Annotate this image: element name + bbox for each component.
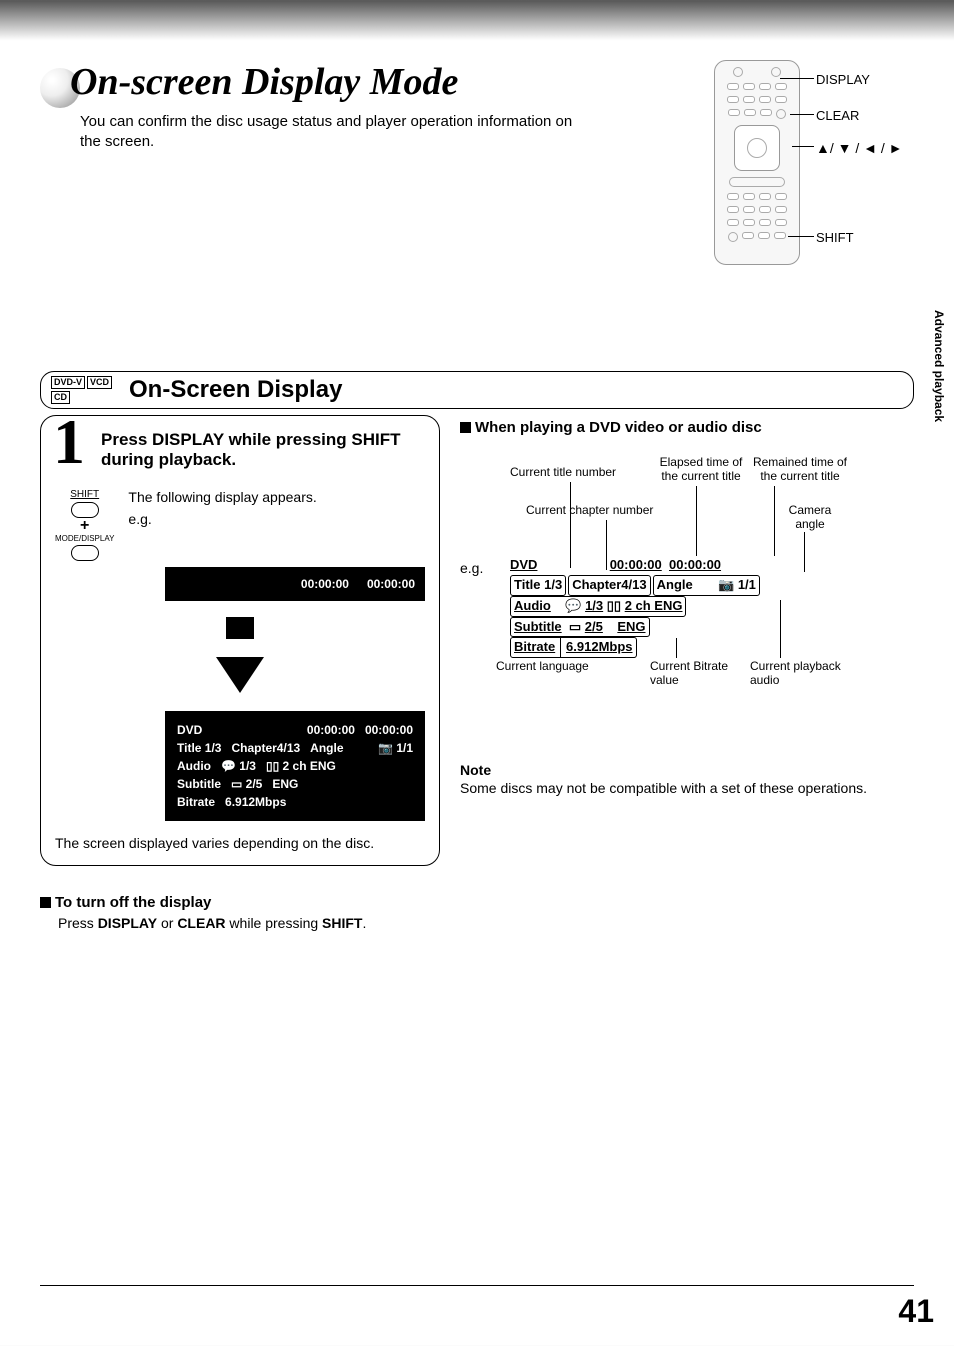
following-text: The following display appears.: [128, 489, 425, 505]
annotation-diagram: Current title number Current chapter num…: [460, 442, 850, 702]
shift-buttons-icon: SHIFT + MODE/DISPLAY: [55, 489, 114, 561]
remote-label-shift: SHIFT: [816, 230, 854, 245]
osd-time-remain: 00:00:00: [367, 577, 415, 591]
eg-label-2: e.g.: [460, 560, 483, 576]
footer-rule: [40, 1285, 914, 1286]
step-instruction: Press DISPLAY while pressing SHIFT durin…: [101, 430, 425, 471]
ann-camera: Camera angle: [780, 504, 840, 532]
remote-label-arrows: ▲/ ▼ / ◄ / ►: [816, 140, 903, 156]
osd-full-display: DVD00:00:0000:00:00 Title 1/3Chapter4/13…: [165, 711, 425, 821]
badge-vcd: VCD: [87, 376, 112, 389]
osd-time-elapsed: 00:00:00: [301, 577, 349, 591]
badge-dvdv: DVD-V: [51, 376, 85, 389]
note-body: Some discs may not be compatible with a …: [460, 780, 914, 796]
remote-icon: [714, 60, 800, 265]
turnoff-body: Press DISPLAY or CLEAR while pressing SH…: [58, 915, 914, 931]
mode-display-label: MODE/DISPLAY: [55, 534, 114, 543]
right-header: When playing a DVD video or audio disc: [460, 419, 914, 436]
section-side-label: Advanced playback: [932, 310, 946, 422]
ann-chapter-number: Current chapter number: [526, 504, 653, 518]
remote-label-clear: CLEAR: [816, 108, 859, 123]
eg-label: e.g.: [128, 511, 425, 527]
ann-elapsed: Elapsed time of the current title: [656, 456, 746, 484]
step-box: 1 Press DISPLAY while pressing SHIFT dur…: [40, 415, 440, 866]
section-bar: DVD-V VCD CD On-Screen Display: [40, 371, 914, 409]
note-block: Note Some discs may not be compatible wi…: [460, 762, 914, 796]
remote-label-display: DISPLAY: [816, 72, 870, 87]
vary-note: The screen displayed varies depending on…: [55, 835, 425, 851]
osd-simple-display: 00:00:00 00:00:00: [165, 567, 425, 601]
ann-remain: Remained time of the current title: [750, 456, 850, 484]
arrow-down-icon: [226, 617, 254, 639]
turnoff-section: To turn off the display Press DISPLAY or…: [40, 894, 914, 931]
osd-annotated-display: DVD 00:00:00 00:00:00 Title 1/3Chapter4/…: [510, 556, 762, 658]
page-number: 41: [898, 1293, 934, 1330]
ann-language: Current language: [496, 660, 589, 674]
arrow-down-icon: [216, 657, 264, 693]
page-title: On-screen Display Mode: [70, 60, 458, 104]
section-title: On-Screen Display: [129, 376, 342, 404]
badge-cd: CD: [51, 391, 70, 404]
shift-label: SHIFT: [70, 489, 99, 500]
ann-bitrate: Current Bitrate value: [650, 660, 740, 688]
turnoff-head: To turn off the display: [55, 894, 211, 911]
remote-diagram: DISPLAY CLEAR ▲/ ▼ / ◄ / ► SHIFT: [714, 60, 904, 270]
ann-audio: Current playback audio: [750, 660, 850, 688]
disc-badges: DVD-V VCD CD: [51, 376, 119, 404]
step-number: 1: [53, 410, 85, 474]
page-subtitle: You can confirm the disc usage status an…: [80, 112, 580, 151]
note-title: Note: [460, 762, 914, 778]
ann-title-number: Current title number: [510, 466, 616, 480]
